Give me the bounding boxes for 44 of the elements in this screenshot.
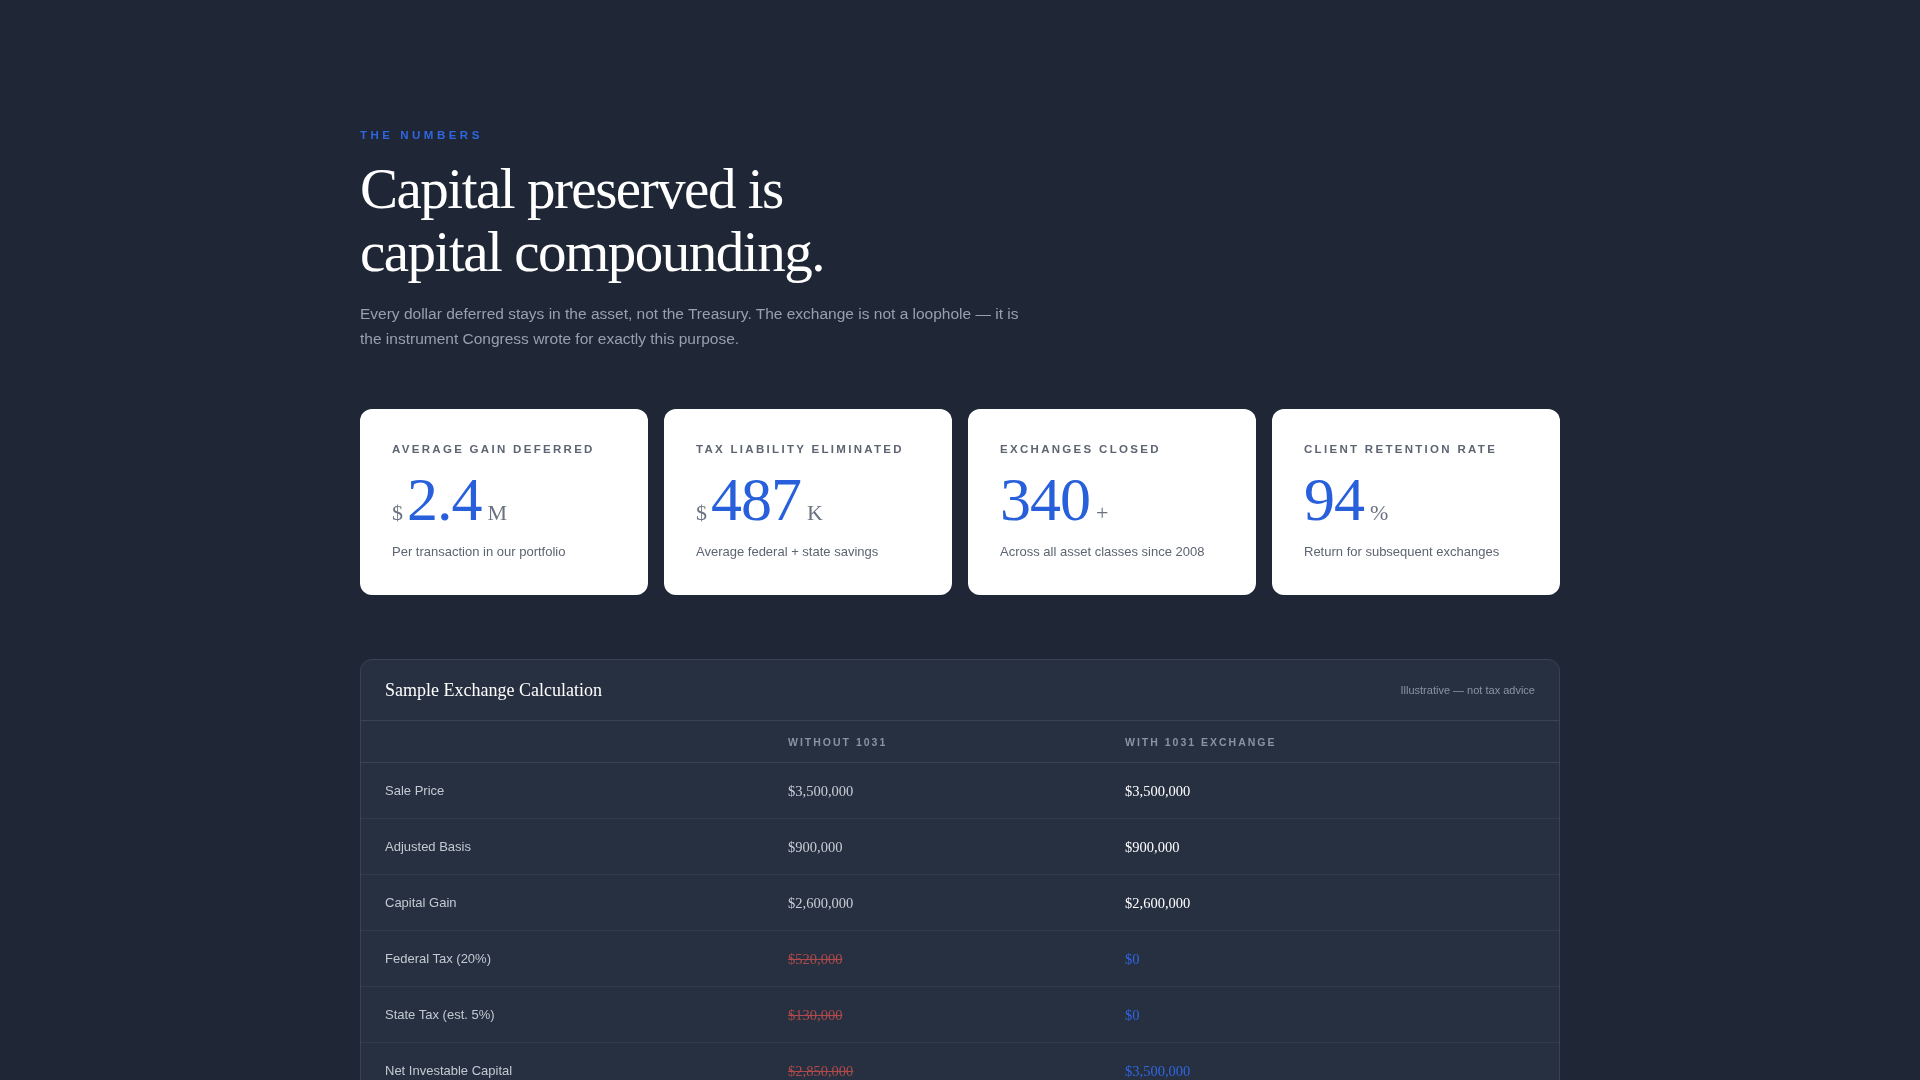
table-cell: $130,000 [788,1006,843,1023]
stat-suffix: % [1370,500,1389,526]
row-label: Adjusted Basis [385,839,472,854]
table-cell: $0 [1125,1006,1140,1023]
intro-paragraph: Every dollar deferred stays in the asset, not the Treasury. The exchange is not a loophole — it is the instrument Congress wrote for exactly this purpose. [360,304,1020,349]
table-cell: $3,500,000 [1125,1062,1191,1079]
stat-caption: Across all asset classes since 2008 [1000,544,1206,559]
table-cell: $900,000 [788,838,843,855]
table-cell: $3,500,000 [788,782,854,799]
row-label: Federal Tax (20%) [385,951,492,966]
stat-caption: Per transaction in our portfolio [392,544,567,559]
table-cell: $0 [1125,950,1140,967]
stat-label: CLIENT RETENTION RATE [1304,443,1499,455]
column-header: WITHOUT 1031 [788,735,889,748]
row-label: State Tax (est. 5%) [385,1007,496,1022]
stat-value: 487 [711,467,801,531]
stat-value: 2.4 [407,467,482,531]
table-cell: $520,000 [788,950,843,967]
table-note: Illustrative — not tax advice [1400,684,1535,696]
stat-label: EXCHANGES CLOSED [1000,443,1162,455]
row-label: Sale Price [385,783,446,798]
table-cell: $2,850,000 [788,1062,854,1079]
stat-value: 94 [1304,467,1364,531]
stat-value: 340 [1000,467,1090,531]
table-title: Sample Exchange Calculation [385,679,602,701]
stat-prefix: $ [696,500,707,526]
table-cell: $3,500,000 [1125,782,1191,799]
stat-suffix: + [1096,500,1109,526]
stat-prefix: $ [392,500,403,526]
section-eyebrow: THE NUMBERS [360,129,484,141]
row-label: Net Investable Capital [385,1063,514,1078]
stat-caption: Return for subsequent exchanges [1304,544,1501,559]
stat-suffix: K [807,500,823,526]
stat-label: TAX LIABILITY ELIMINATED [696,443,905,455]
stat-label: AVERAGE GAIN DEFERRED [392,443,596,455]
row-label: Capital Gain [385,895,458,910]
table-cell: $2,600,000 [1125,894,1191,911]
table-cell: $2,600,000 [788,894,854,911]
headline: capital compounding. [360,220,824,283]
table-cell: $900,000 [1125,838,1180,855]
stat-caption: Average federal + state savings [696,544,880,559]
headline: Capital preserved is [360,157,783,220]
column-header: WITH 1031 EXCHANGE [1125,735,1278,748]
stat-suffix: M [487,500,508,526]
